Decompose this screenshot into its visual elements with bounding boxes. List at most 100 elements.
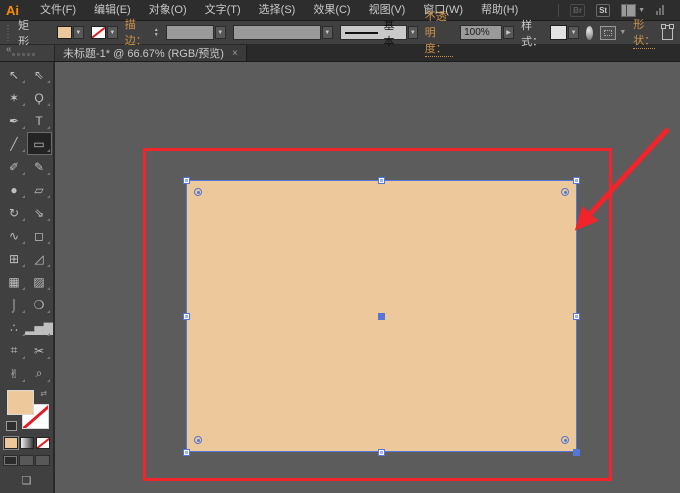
artboard-tool[interactable]: ⌗ bbox=[2, 339, 27, 362]
fill-indicator[interactable] bbox=[7, 390, 34, 415]
corner-widget-bottom-right[interactable] bbox=[561, 436, 569, 444]
symbol-sprayer-tool[interactable]: ∴ bbox=[2, 316, 27, 339]
handle-bottom-right[interactable] bbox=[573, 449, 580, 456]
stroke-none-swatch[interactable] bbox=[91, 26, 106, 39]
menu-help[interactable]: 帮助(H) bbox=[472, 0, 527, 20]
mesh-tool[interactable]: ▦ bbox=[2, 270, 27, 293]
style-swatch[interactable] bbox=[550, 25, 567, 40]
lasso-tool[interactable]: Ϙ bbox=[27, 86, 52, 109]
draw-inside-button[interactable] bbox=[35, 455, 50, 466]
document-tab[interactable]: 未标题-1* @ 66.67% (RGB/预览) × bbox=[55, 45, 247, 61]
brush-definition-dropdown[interactable]: ▼ bbox=[233, 25, 333, 40]
free-transform-tool-icon: ◻ bbox=[34, 229, 44, 243]
magic-wand-tool[interactable]: ✶ bbox=[2, 86, 27, 109]
chevron-down-icon[interactable]: ▼ bbox=[408, 26, 418, 39]
chevron-down-icon[interactable]: ▼ bbox=[73, 26, 84, 39]
canvas[interactable] bbox=[55, 62, 680, 493]
handle-bottom-left[interactable] bbox=[183, 449, 190, 456]
opacity-link[interactable]: 不透明度： bbox=[425, 8, 453, 57]
hand-tool[interactable]: ✌ bbox=[2, 362, 27, 385]
blob-brush-tool[interactable]: ● bbox=[2, 178, 27, 201]
default-fill-stroke-icon[interactable] bbox=[6, 421, 17, 431]
recolor-artwork-icon[interactable] bbox=[586, 26, 593, 40]
rectangle-tool[interactable]: ▭ bbox=[27, 132, 52, 155]
selection-tool-icon: ↖ bbox=[9, 68, 19, 82]
menu-effect[interactable]: 效果(C) bbox=[304, 0, 359, 20]
collapse-panel-button[interactable]: « bbox=[6, 44, 12, 55]
lasso-tool-icon: Ϙ bbox=[34, 91, 43, 105]
corner-widget-top-right[interactable] bbox=[561, 188, 569, 196]
document-tab-bar: « 未标题-1* @ 66.67% (RGB/预览) × bbox=[0, 45, 680, 62]
blend-tool[interactable]: ❍ bbox=[27, 293, 52, 316]
direct-selection-tool[interactable]: ⇖ bbox=[27, 63, 52, 86]
paintbrush-tool[interactable]: ✐ bbox=[2, 155, 27, 178]
workspace-switcher[interactable]: ▼ bbox=[621, 4, 645, 17]
pencil-tool[interactable]: ✎ bbox=[27, 155, 52, 178]
chevron-down-icon[interactable]: ▼ bbox=[322, 26, 333, 39]
type-tool[interactable]: T bbox=[27, 109, 52, 132]
selection-tool[interactable]: ↖ bbox=[2, 63, 27, 86]
draw-behind-button[interactable] bbox=[19, 455, 34, 466]
panel-grip-handle[interactable] bbox=[12, 53, 36, 56]
perspective-grid-tool[interactable]: ◿ bbox=[27, 247, 52, 270]
panel-drag-handle[interactable] bbox=[7, 25, 9, 41]
column-graph-tool[interactable]: ▂▅▇ bbox=[27, 316, 52, 339]
handle-top-left[interactable] bbox=[183, 177, 190, 184]
gradient-button[interactable] bbox=[20, 437, 34, 449]
corner-widget-bottom-left[interactable] bbox=[194, 436, 202, 444]
cs-live-icon[interactable] bbox=[656, 5, 664, 15]
shape-builder-tool[interactable]: ⊞ bbox=[2, 247, 27, 270]
stroke-style-dropdown[interactable]: 基本 ▼ bbox=[340, 25, 418, 40]
width-tool[interactable]: ∿ bbox=[2, 224, 27, 247]
color-button[interactable] bbox=[4, 437, 18, 449]
fill-color-picker[interactable]: ▼ bbox=[57, 26, 84, 39]
opacity-input[interactable]: 100% bbox=[460, 25, 502, 40]
chevron-down-icon: ▼ bbox=[619, 29, 626, 36]
menu-select[interactable]: 选择(S) bbox=[250, 0, 305, 20]
handle-top-mid[interactable] bbox=[378, 177, 385, 184]
none-button[interactable] bbox=[36, 437, 50, 449]
change-screen-mode-icon[interactable]: ❏ bbox=[22, 474, 32, 487]
draw-normal-button[interactable] bbox=[3, 455, 18, 466]
pen-tool[interactable]: ✒ bbox=[2, 109, 27, 132]
document-tab-title: 未标题-1* @ 66.67% (RGB/预览) bbox=[63, 45, 224, 61]
chevron-down-icon[interactable]: ▼ bbox=[568, 26, 579, 39]
line-segment-tool[interactable]: ╱ bbox=[2, 132, 27, 155]
stroke-weight-dropdown[interactable]: ▼ bbox=[166, 25, 226, 40]
stroke-weight-stepper[interactable]: ▲▼ bbox=[154, 28, 159, 38]
gradient-tool[interactable]: ▨ bbox=[27, 270, 52, 293]
chevron-down-icon[interactable]: ▼ bbox=[107, 26, 118, 39]
stroke-color-picker[interactable]: ▼ bbox=[91, 26, 118, 39]
slice-tool-icon: ✂ bbox=[34, 344, 44, 358]
close-tab-icon[interactable]: × bbox=[232, 48, 238, 59]
free-transform-tool[interactable]: ◻ bbox=[27, 224, 52, 247]
swap-fill-stroke-icon[interactable]: ⇄ bbox=[40, 389, 47, 398]
zoom-tool[interactable]: ⌕ bbox=[27, 362, 52, 385]
menu-type[interactable]: 文字(T) bbox=[196, 0, 250, 20]
handle-mid-right[interactable] bbox=[573, 313, 580, 320]
menu-file[interactable]: 文件(F) bbox=[31, 0, 85, 20]
symbol-sprayer-tool-icon: ∴ bbox=[10, 321, 18, 335]
menu-object[interactable]: 对象(O) bbox=[140, 0, 196, 20]
fill-swatch[interactable] bbox=[57, 26, 72, 39]
scale-tool[interactable]: ⇘ bbox=[27, 201, 52, 224]
chevron-down-icon[interactable]: ▼ bbox=[215, 26, 226, 39]
handle-center[interactable] bbox=[378, 313, 385, 320]
document-setup-dropdown[interactable]: ▼ bbox=[600, 26, 626, 40]
handle-bottom-mid[interactable] bbox=[378, 449, 385, 456]
shape-properties-icon[interactable] bbox=[662, 25, 673, 40]
hand-tool-icon: ✌ bbox=[9, 367, 19, 381]
shape-link[interactable]: 形状： bbox=[633, 16, 655, 49]
eraser-tool[interactable]: ▱ bbox=[27, 178, 52, 201]
opacity-control[interactable]: 100% ▶ bbox=[460, 25, 514, 40]
handle-top-right[interactable] bbox=[573, 177, 580, 184]
chevron-right-icon[interactable]: ▶ bbox=[503, 26, 514, 39]
slice-tool[interactable]: ✂ bbox=[27, 339, 52, 362]
style-dropdown[interactable]: ▼ bbox=[550, 25, 579, 40]
eyedropper-tool[interactable]: ⌡ bbox=[2, 293, 27, 316]
style-panel-button[interactable]: St bbox=[596, 4, 610, 17]
handle-mid-left[interactable] bbox=[183, 313, 190, 320]
corner-widget-top-left[interactable] bbox=[194, 188, 202, 196]
rotate-tool[interactable]: ↻ bbox=[2, 201, 27, 224]
bridge-button[interactable]: Br bbox=[570, 4, 585, 17]
